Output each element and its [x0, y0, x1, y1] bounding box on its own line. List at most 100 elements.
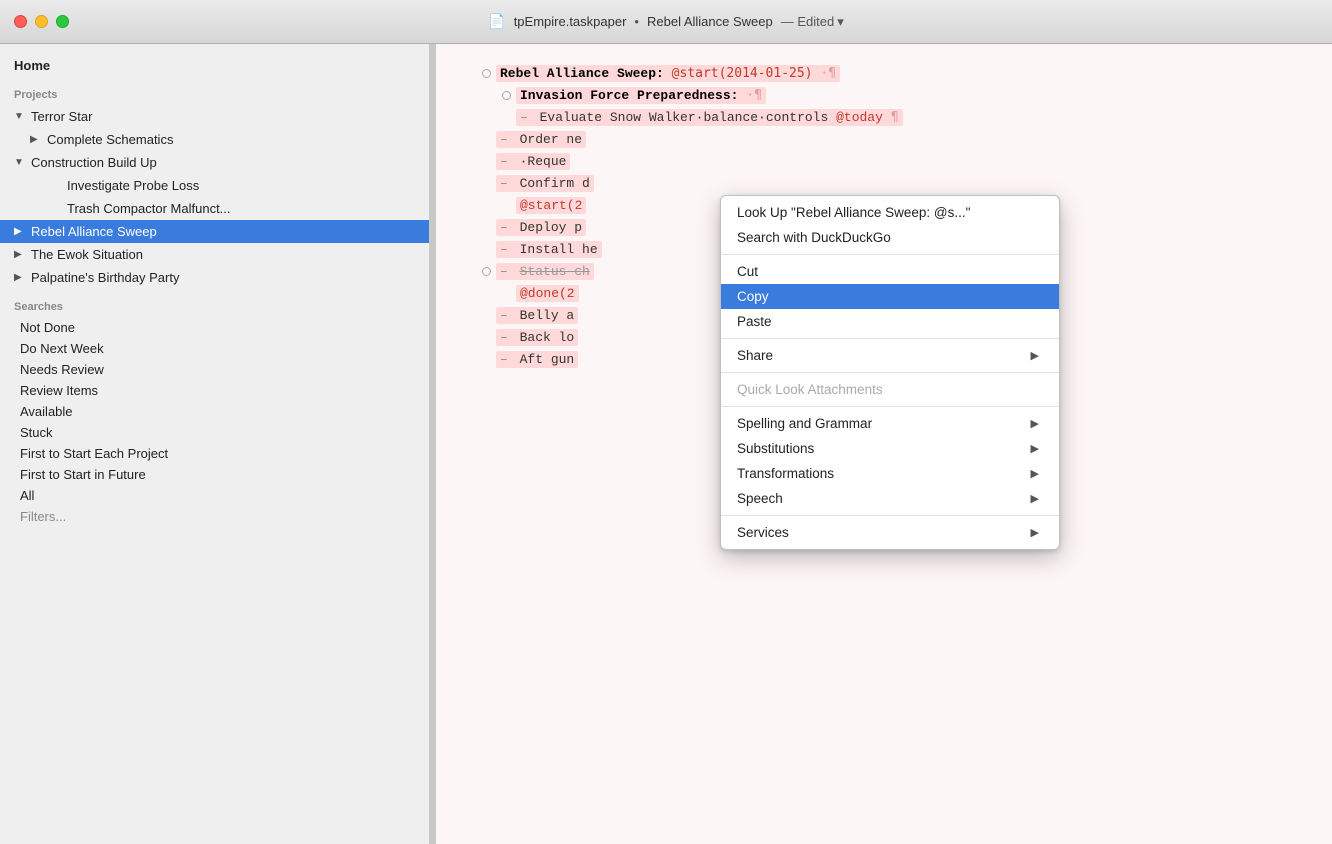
pilcrow: ¶	[891, 110, 899, 125]
task-text: Aft gun	[520, 352, 575, 367]
arrow-icon: ▼	[14, 111, 26, 122]
tag-start-partial: @start(2	[520, 198, 582, 213]
traffic-lights	[0, 15, 69, 28]
sidebar-search-stuck[interactable]: Stuck	[0, 422, 429, 443]
sidebar-home[interactable]: Home	[0, 54, 429, 77]
task-text: Confirm d	[520, 176, 590, 191]
sidebar-search-do-next-week[interactable]: Do Next Week	[0, 338, 429, 359]
tag-start: @start(2014-01-25)	[672, 66, 813, 81]
submenu-arrow-icon: ▶	[1031, 467, 1039, 480]
editor-line-reque: – ·Reque	[476, 152, 1292, 174]
menu-separator	[721, 338, 1059, 339]
minimize-button[interactable]	[35, 15, 48, 28]
submenu-arrow-icon: ▶	[1031, 492, 1039, 505]
project-title: Rebel Alliance Sweep:	[500, 66, 664, 81]
sidebar-item-label: The Ewok Situation	[31, 247, 143, 262]
sidebar-search-needs-review[interactable]: Needs Review	[0, 359, 429, 380]
submenu-arrow-icon: ▶	[1031, 349, 1039, 362]
arrow-icon: ▶	[30, 134, 42, 145]
sidebar-search-not-done[interactable]: Not Done	[0, 317, 429, 338]
sidebar-item-construction[interactable]: ▼ Construction Build Up	[0, 151, 429, 174]
menu-separator	[721, 372, 1059, 373]
dash: –	[520, 110, 528, 125]
document-icon: 📄	[488, 13, 505, 30]
menu-item-share[interactable]: Share ▶	[721, 343, 1059, 368]
sidebar-search-first-start-future[interactable]: First to Start in Future	[0, 464, 429, 485]
titlebar: 📄 tpEmpire.taskpaper • Rebel Alliance Sw…	[0, 0, 1332, 44]
arrow-icon: ▶	[14, 272, 26, 283]
task-text: Deploy p	[520, 220, 582, 235]
editor-line-rebel-sweep: Rebel Alliance Sweep: @start(2014-01-25)…	[476, 64, 1292, 86]
sidebar-item-palpatine[interactable]: ▶ Palpatine's Birthday Party	[0, 266, 429, 289]
menu-item-quick-look: Quick Look Attachments	[721, 377, 1059, 402]
sidebar-item-terror-star[interactable]: ▼ Terror Star	[0, 105, 429, 128]
menu-item-services[interactable]: Services ▶	[721, 520, 1059, 545]
menu-item-look-up[interactable]: Look Up "Rebel Alliance Sweep: @s..."	[721, 200, 1059, 225]
menu-item-label: Speech	[737, 491, 783, 506]
titlebar-edited: — Edited ▾	[781, 14, 844, 30]
menu-item-label: Share	[737, 348, 773, 363]
sidebar-item-label: Terror Star	[31, 109, 92, 124]
dash: –	[500, 176, 508, 191]
task-text: Belly a	[520, 308, 575, 323]
task-text: Order ne	[520, 132, 582, 147]
editor-line-evaluate: – Evaluate Snow Walker·balance·controls …	[476, 108, 1292, 130]
dash: –	[500, 242, 508, 257]
dash: –	[500, 352, 508, 367]
menu-item-transformations[interactable]: Transformations ▶	[721, 461, 1059, 486]
menu-item-label: Transformations	[737, 466, 834, 481]
arrow-icon: ▶	[14, 249, 26, 260]
tag-done-partial: @done(2	[520, 286, 575, 301]
editor-content: – ·Reque	[496, 154, 1292, 169]
submenu-arrow-icon: ▶	[1031, 442, 1039, 455]
main-container: Home Projects ▼ Terror Star ▶ Complete S…	[0, 44, 1332, 844]
menu-item-substitutions[interactable]: Substitutions ▶	[721, 436, 1059, 461]
project-title: Invasion Force Preparedness:	[520, 88, 738, 103]
menu-item-spelling-grammar[interactable]: Spelling and Grammar ▶	[721, 411, 1059, 436]
maximize-button[interactable]	[56, 15, 69, 28]
sidebar-search-all[interactable]: All	[0, 485, 429, 506]
menu-item-label: Copy	[737, 289, 769, 304]
sidebar-search-filters[interactable]: Filters...	[0, 506, 429, 527]
editor-content: Invasion Force Preparedness: ·¶	[516, 88, 1292, 103]
editor-content: Rebel Alliance Sweep: @start(2014-01-25)…	[496, 66, 1292, 81]
sidebar-item-investigate[interactable]: Investigate Probe Loss	[0, 174, 429, 197]
close-button[interactable]	[14, 15, 27, 28]
sidebar-item-complete-schematics[interactable]: ▶ Complete Schematics	[0, 128, 429, 151]
editor-line-confirm: – Confirm d	[476, 174, 1292, 196]
menu-item-label: Spelling and Grammar	[737, 416, 872, 431]
editor-content: – Evaluate Snow Walker·balance·controls …	[516, 110, 1292, 125]
dash: –	[500, 330, 508, 345]
menu-item-speech[interactable]: Speech ▶	[721, 486, 1059, 511]
sidebar-item-label: Investigate Probe Loss	[67, 178, 199, 193]
sidebar-item-label: Construction Build Up	[31, 155, 157, 170]
sidebar-item-rebel-alliance[interactable]: ▶ Rebel Alliance Sweep	[0, 220, 429, 243]
bullet-circle	[476, 267, 496, 276]
sidebar-search-first-start-each[interactable]: First to Start Each Project	[0, 443, 429, 464]
context-menu: Look Up "Rebel Alliance Sweep: @s..." Se…	[720, 195, 1060, 550]
task-text: ·Reque	[520, 154, 567, 169]
sidebar-item-ewok[interactable]: ▶ The Ewok Situation	[0, 243, 429, 266]
menu-item-cut[interactable]: Cut	[721, 259, 1059, 284]
menu-item-label: Quick Look Attachments	[737, 382, 883, 397]
task-text-strikethrough: Status ch	[520, 264, 590, 279]
editor-content: – Confirm d	[496, 176, 1292, 191]
menu-item-paste[interactable]: Paste	[721, 309, 1059, 334]
menu-item-label: Substitutions	[737, 441, 814, 456]
menu-item-search-duckduckgo[interactable]: Search with DuckDuckGo	[721, 225, 1059, 250]
arrow-icon: ▼	[14, 157, 26, 168]
editor-content: – Order ne	[496, 132, 1292, 147]
bullet-circle	[496, 91, 516, 100]
projects-header: Projects	[0, 77, 429, 105]
menu-item-label: Search with DuckDuckGo	[737, 230, 891, 245]
sidebar-search-available[interactable]: Available	[0, 401, 429, 422]
home-label: Home	[14, 58, 50, 73]
bullet-circle	[476, 69, 496, 78]
dash: –	[500, 154, 508, 169]
dash: –	[500, 220, 508, 235]
sidebar-item-trash-compactor[interactable]: Trash Compactor Malfunct...	[0, 197, 429, 220]
sidebar-search-review-items[interactable]: Review Items	[0, 380, 429, 401]
titlebar-separator: •	[634, 14, 639, 29]
task-text: Install he	[520, 242, 598, 257]
menu-item-copy[interactable]: Copy	[721, 284, 1059, 309]
